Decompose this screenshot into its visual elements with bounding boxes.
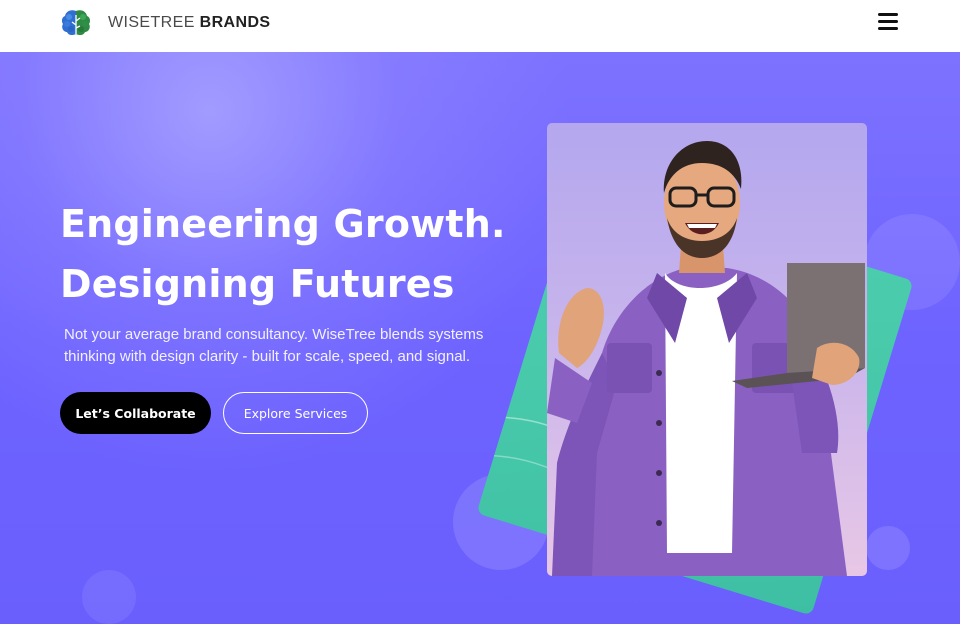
brand-name-bold: BRANDS (199, 14, 271, 31)
brand-name-light: WISETREE (108, 14, 195, 31)
explore-services-button[interactable]: Explore Services (223, 392, 368, 434)
smiling-man-with-laptop-photo (547, 123, 867, 576)
hero-headline: Engineering Growth. Designing Futures (60, 194, 540, 314)
site-header: WISETREE BRANDS (0, 0, 960, 52)
subtext-line-2: thinking with design clarity - built for… (64, 348, 471, 365)
brain-tree-logo-icon[interactable] (60, 7, 92, 39)
hamburger-menu-icon[interactable] (878, 13, 898, 31)
headline-line-1: Engineering Growth. (60, 202, 506, 246)
brand-name[interactable]: WISETREE BRANDS (108, 14, 270, 32)
subtext-line-1: Not your average brand consultancy. Wise… (64, 326, 484, 343)
headline-line-2: Designing Futures (60, 262, 455, 306)
lets-collaborate-button[interactable]: Let’s Collaborate (60, 392, 211, 434)
hero-section: Engineering Growth. Designing Futures No… (0, 52, 960, 624)
hero-subtext: Not your average brand consultancy. Wise… (64, 324, 514, 368)
decorative-circle (82, 570, 136, 624)
decorative-circle (866, 526, 910, 570)
